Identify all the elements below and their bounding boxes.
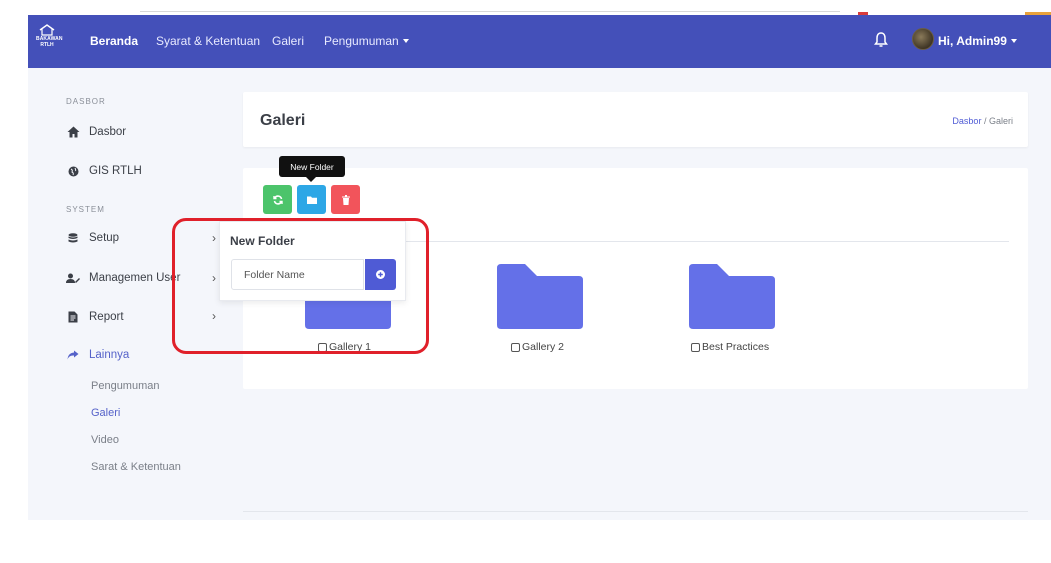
sidebar-item-setup[interactable]: Setup (66, 228, 119, 248)
sidebar-item-label: GIS RTLH (89, 165, 142, 177)
sidebar-subitem-pengumuman[interactable]: Pengumuman (91, 380, 160, 392)
sidebar-item-label: Report (89, 311, 124, 323)
folder-label[interactable]: Gallery 2 (511, 341, 564, 353)
caret-down-icon (1010, 39, 1017, 43)
user-menu-dropdown[interactable]: Hi, Admin99 (938, 34, 1017, 48)
new-folder-button[interactable] (297, 185, 326, 214)
page: BAKAWAN RTLH Beranda Syarat & Ketentuan … (0, 0, 1051, 563)
breadcrumb: Dasbor / Galeri (952, 116, 1013, 126)
refresh-icon (272, 194, 283, 205)
folder-icon (306, 196, 317, 204)
sidebar-item-managemen-user[interactable]: Managemen User (66, 268, 180, 288)
sidebar-heading-dasbor: DASBOR (66, 97, 106, 106)
sidebar-item-lainnya[interactable]: Lainnya (66, 345, 129, 365)
folder-tile[interactable] (497, 264, 583, 329)
sidebar-item-dasbor[interactable]: Dasbor (66, 122, 126, 142)
sidebar-item-label: Dasbor (89, 126, 127, 138)
delete-button[interactable] (331, 185, 360, 214)
logo-text-line2: RTLH (40, 42, 54, 48)
sidebar-item-label: Lainnya (89, 349, 130, 361)
report-icon (66, 310, 80, 324)
folder-icon (689, 264, 775, 329)
breadcrumb-separator: / (983, 116, 987, 126)
sidebar-heading-system: SYSTEM (66, 205, 105, 214)
breadcrumb-current: Galeri (988, 116, 1013, 126)
caret-down-icon (402, 39, 409, 43)
sidebar-item-report[interactable]: Report (66, 307, 124, 327)
home-icon (66, 125, 80, 139)
folder-checkbox[interactable] (511, 342, 520, 352)
folder-checkbox[interactable] (691, 342, 700, 352)
highlight-annotation (172, 218, 429, 354)
nav-pengumuman-dropdown[interactable]: Pengumuman (324, 34, 409, 48)
strip-line (140, 11, 840, 12)
users-icon (66, 271, 80, 285)
user-avatar[interactable] (912, 28, 934, 50)
database-icon (66, 231, 80, 245)
bell-icon[interactable] (873, 31, 889, 49)
sidebar-subitem-galeri[interactable]: Galeri (91, 407, 120, 419)
house-logo-icon (39, 24, 55, 36)
breadcrumb-link-dasbor[interactable]: Dasbor (952, 116, 981, 126)
sidebar-item-gis-rtlh[interactable]: GIS RTLH (66, 161, 142, 181)
user-greeting: Hi, Admin99 (938, 34, 1007, 48)
sidebar-item-label: Managemen User (89, 272, 181, 284)
folder-icon (497, 264, 583, 329)
globe-icon (66, 164, 80, 178)
app-logo[interactable]: BAKAWAN RTLH (36, 24, 62, 58)
nav-pengumuman-label: Pengumuman (324, 34, 399, 48)
sidebar-item-label: Setup (89, 232, 120, 244)
sidebar-subitem-sarat-ketentuan[interactable]: Sarat & Ketentuan (91, 461, 181, 473)
browser-strip (0, 0, 1051, 15)
nav-syarat-ketentuan[interactable]: Syarat & Ketentuan (156, 34, 260, 48)
tooltip-new-folder: New Folder (279, 156, 345, 182)
refresh-button[interactable] (263, 185, 292, 214)
page-title: Galeri (260, 112, 306, 129)
page-header-card: Galeri Dasbor / Galeri (243, 92, 1028, 147)
folder-tile[interactable] (689, 264, 775, 329)
trash-icon (341, 194, 350, 205)
nav-galeri[interactable]: Galeri (272, 34, 304, 48)
footer-divider (243, 511, 1028, 512)
folder-name: Gallery 2 (522, 341, 565, 353)
folder-label[interactable]: Best Practices (691, 341, 769, 353)
share-icon (66, 348, 80, 362)
folder-name: Best Practices (702, 341, 770, 353)
nav-beranda[interactable]: Beranda (90, 34, 138, 48)
top-navbar: BAKAWAN RTLH Beranda Syarat & Ketentuan … (28, 15, 1051, 68)
sidebar-subitem-video[interactable]: Video (91, 434, 119, 446)
